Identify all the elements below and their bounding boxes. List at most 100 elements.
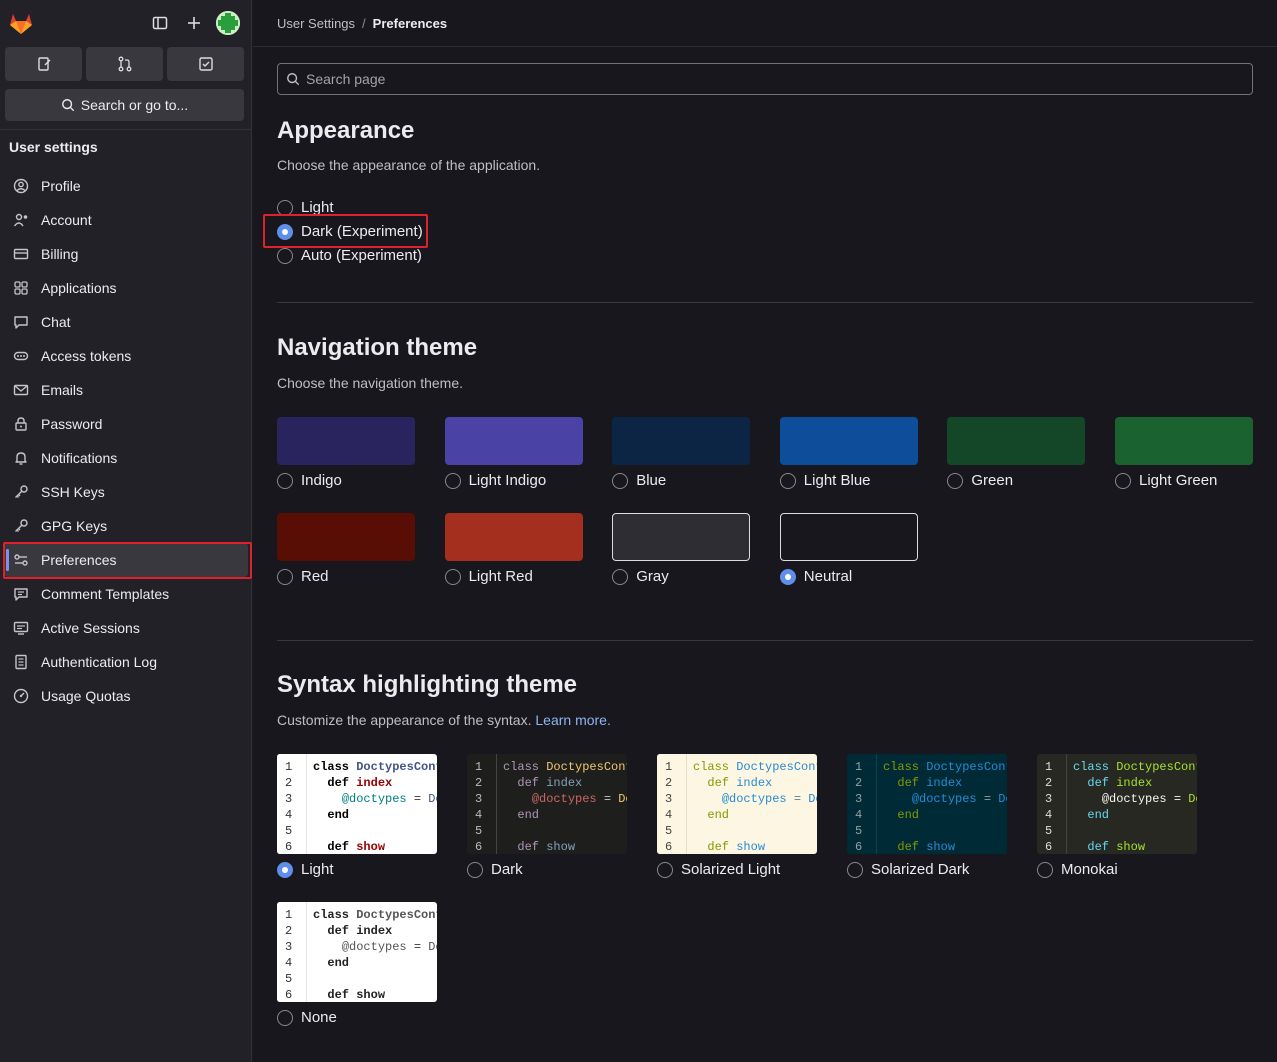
sidebar-item-label: Account: [41, 212, 92, 228]
radio-button[interactable]: [847, 861, 863, 878]
theme-option-gray[interactable]: Gray: [612, 568, 669, 585]
radio-button[interactable]: [277, 568, 293, 585]
radio-button[interactable]: [277, 199, 293, 216]
radio-button[interactable]: [779, 472, 796, 489]
appearance-option-light[interactable]: Light: [277, 199, 334, 216]
sidebar-item-notifications[interactable]: Notifications: [0, 441, 252, 475]
code-line: @doctypes = Do: [531, 792, 627, 806]
todo-button[interactable]: [167, 47, 244, 81]
issues-button[interactable]: [5, 47, 82, 81]
line-number: 1: [285, 908, 293, 922]
sidebar-item-authentication-log[interactable]: Authentication Log: [0, 645, 252, 679]
syntax-option-none[interactable]: None: [277, 1009, 337, 1026]
theme-swatch-green[interactable]: [947, 417, 1086, 465]
radio-button[interactable]: [1037, 861, 1053, 878]
theme-option-indigo[interactable]: Indigo: [277, 472, 342, 489]
syntax-option-solarized-light[interactable]: Solarized Light: [657, 861, 780, 878]
code-line: def show: [897, 840, 956, 854]
sidebar-item-chat[interactable]: Chat: [0, 305, 252, 339]
radio-button[interactable]: [657, 861, 673, 878]
avatar[interactable]: [216, 11, 240, 35]
radio-button[interactable]: [277, 223, 293, 240]
syntax-option-dark[interactable]: Dark: [467, 861, 523, 878]
sidebar-item-billing[interactable]: Billing: [0, 237, 252, 271]
sidebar-item-gpg-keys[interactable]: GPG Keys: [0, 509, 252, 543]
sidebar-item-emails[interactable]: Emails: [0, 373, 252, 407]
radio-button[interactable]: [947, 472, 964, 489]
breadcrumb-parent-link[interactable]: User Settings: [277, 16, 355, 31]
learn-more-link[interactable]: Learn more.: [535, 712, 610, 728]
syntax-option-monokai[interactable]: Monokai: [1037, 861, 1118, 878]
sidebar-item-preferences[interactable]: Preferences: [4, 543, 248, 577]
theme-option-blue[interactable]: Blue: [612, 472, 666, 489]
line-numbers: 1 2 3 4 5 6: [1037, 754, 1067, 854]
theme-option-green[interactable]: Green: [947, 472, 1013, 489]
plus-icon[interactable]: [182, 11, 206, 35]
sidebar-item-comment-templates[interactable]: Comment Templates: [0, 577, 252, 611]
theme-option-red[interactable]: Red: [277, 568, 329, 585]
radio-label: Dark: [491, 861, 523, 878]
radio-button[interactable]: [444, 472, 461, 489]
theme-option-light-blue[interactable]: Light Blue: [779, 472, 871, 489]
preferences-icon: [13, 552, 29, 568]
monitor-icon: [13, 620, 29, 636]
theme-option-neutral[interactable]: Neutral: [779, 568, 852, 585]
radio-button[interactable]: [277, 1009, 293, 1026]
search-page-input[interactable]: Search page: [277, 63, 1253, 95]
theme-option-light-green[interactable]: Light Green: [1115, 472, 1217, 489]
sidebar-item-applications[interactable]: Applications: [0, 271, 252, 305]
theme-swatch-red[interactable]: [277, 513, 415, 561]
sidebar-item-active-sessions[interactable]: Active Sessions: [0, 611, 252, 645]
radio-button[interactable]: [612, 472, 629, 489]
syntax-preview-solarized-light[interactable]: 1 2 3 4 5 6 class DoctypesCont def index @doct…: [657, 754, 817, 854]
sidebar-item-profile[interactable]: Profile: [0, 169, 252, 203]
syntax-preview-none[interactable]: 1 2 3 4 5 6 class DoctypesCont def index @doct…: [277, 902, 437, 1002]
search-or-go-button[interactable]: Search or go to...: [5, 89, 244, 121]
theme-swatch-light-indigo[interactable]: [444, 417, 583, 465]
radio-button[interactable]: [444, 568, 461, 585]
sidebar-item-usage-quotas[interactable]: Usage Quotas: [0, 679, 252, 713]
radio-button[interactable]: [277, 472, 293, 489]
theme-option-light-red[interactable]: Light Red: [444, 568, 533, 585]
sidebar-item-password[interactable]: Password: [0, 407, 252, 441]
syntax-preview-solarized-dark[interactable]: 1 2 3 4 5 6 class DoctypesCont def index @doct…: [847, 754, 1007, 854]
radio-button[interactable]: [612, 568, 629, 585]
comment-icon: [13, 586, 29, 602]
syntax-option-solarized-dark[interactable]: Solarized Dark: [847, 861, 969, 878]
radio-button[interactable]: [277, 861, 293, 878]
theme-swatch-light-green[interactable]: [1115, 417, 1253, 465]
syntax-preview-monokai[interactable]: 1 2 3 4 5 6 class DoctypesCont def index @doct…: [1037, 754, 1197, 854]
merge-requests-button[interactable]: [86, 47, 163, 81]
appearance-option-dark-experiment[interactable]: Dark (Experiment): [277, 223, 423, 240]
code-line: def index: [1087, 776, 1153, 790]
sidebar-item-account[interactable]: Account: [0, 203, 252, 237]
sidebar-item-access-tokens[interactable]: Access tokens: [0, 339, 252, 373]
theme-swatch-neutral[interactable]: [779, 513, 918, 561]
syntax-option-light[interactable]: Light: [277, 861, 334, 878]
theme-swatch-gray[interactable]: [612, 513, 751, 561]
radio-button[interactable]: [779, 568, 796, 585]
bell-icon: [13, 450, 29, 466]
code-line: def index: [517, 776, 583, 790]
syntax-preview-light[interactable]: 1 2 3 4 5 6 class DoctypesCont def index @doct…: [277, 754, 437, 854]
gitlab-logo-icon[interactable]: [8, 10, 34, 36]
theme-swatch-blue[interactable]: [612, 417, 751, 465]
radio-button[interactable]: [277, 247, 293, 264]
code-lines: class DoctypesCont def index @doctypes =…: [877, 754, 1007, 854]
theme-option-light-indigo[interactable]: Light Indigo: [444, 472, 546, 489]
radio-label: None: [301, 1009, 337, 1026]
theme-swatch-light-blue[interactable]: [779, 417, 918, 465]
appearance-option-auto-experiment[interactable]: Auto (Experiment): [277, 247, 422, 264]
gauge-icon: [13, 688, 29, 704]
sidebar-toggle-icon[interactable]: [148, 11, 172, 35]
radio-button[interactable]: [1115, 472, 1131, 489]
theme-swatch-indigo[interactable]: [277, 417, 415, 465]
sidebar-item-ssh-keys[interactable]: SSH Keys: [0, 475, 252, 509]
line-number: 6: [665, 840, 673, 854]
code-line: class DoctypesCont: [883, 760, 1007, 774]
syntax-preview-dark[interactable]: 1 2 3 4 5 6 class DoctypesCont def index @doct…: [467, 754, 627, 854]
theme-swatch-light-red[interactable]: [444, 513, 583, 561]
radio-button[interactable]: [467, 861, 483, 878]
todo-icon: [198, 57, 213, 71]
